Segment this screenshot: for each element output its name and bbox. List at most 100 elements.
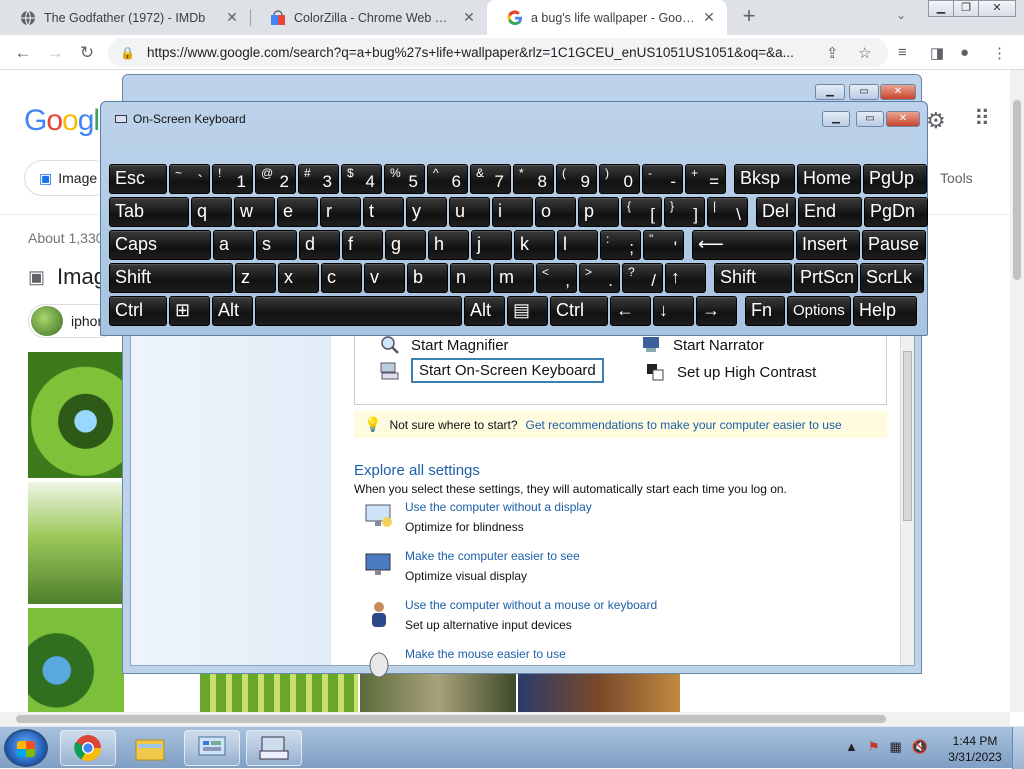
key-][interactable]: }] <box>664 197 705 227</box>
key-y[interactable]: y <box>406 197 447 227</box>
key-n[interactable]: n <box>450 263 491 293</box>
page-horizontal-scrollbar[interactable] <box>0 712 1010 726</box>
key-t[interactable]: t <box>363 197 404 227</box>
setting-row[interactable]: Use the computer without a display Optimi… <box>363 500 592 534</box>
side-panel-icon[interactable]: ◨ <box>930 44 944 62</box>
start-on-screen-keyboard-item[interactable]: Start On-Screen Keyboard <box>379 358 604 383</box>
key-0[interactable]: ) 0 <box>599 164 640 194</box>
key-m[interactable]: m <box>493 263 534 293</box>
show-desktop-button[interactable] <box>1012 727 1024 769</box>
key-h[interactable]: h <box>428 230 469 260</box>
key-alt[interactable]: Alt <box>212 296 253 326</box>
key-↑[interactable]: ↑ <box>665 263 706 293</box>
key-k[interactable]: k <box>514 230 555 260</box>
key-⊞[interactable]: ⊞ <box>169 296 210 326</box>
close-tab-icon[interactable]: ✕ <box>701 9 717 26</box>
key-`[interactable]: ~ ` <box>169 164 210 194</box>
key-a[interactable]: a <box>213 230 254 260</box>
key-r[interactable]: r <box>320 197 361 227</box>
tab-google-search[interactable]: a bug's life wallpaper - Google S ✕ <box>487 0 727 35</box>
key-ctrl[interactable]: Ctrl <box>550 296 608 326</box>
google-logo[interactable]: Googl <box>24 104 100 138</box>
key-help[interactable]: Help <box>853 296 917 326</box>
key-x[interactable]: x <box>278 263 319 293</box>
key-end[interactable]: End <box>798 197 862 227</box>
image-result[interactable] <box>28 608 124 712</box>
key-▤[interactable]: ▤ <box>507 296 548 326</box>
reload-icon[interactable]: ↻ <box>76 42 98 64</box>
start-narrator-item[interactable]: Start Narrator <box>641 335 764 355</box>
address-bar[interactable]: 🔒 <box>108 38 888 67</box>
close-window-button[interactable]: ✕ <box>978 0 1016 17</box>
setting-link[interactable]: Make the computer easier to see <box>405 549 580 563</box>
image-result[interactable] <box>28 482 124 604</box>
key-caps[interactable]: Caps <box>109 230 211 260</box>
key-u[interactable]: u <box>449 197 490 227</box>
close-button[interactable]: ✕ <box>880 84 916 100</box>
minimize-button[interactable]: ▁ <box>822 111 850 127</box>
back-arrow-icon[interactable]: ← <box>12 42 34 64</box>
taskbar-explorer[interactable] <box>122 730 178 766</box>
minimize-window-button[interactable]: ▁ <box>928 0 954 17</box>
restore-window-button[interactable]: ❐ <box>953 0 979 17</box>
close-tab-icon[interactable]: ✕ <box>224 9 240 26</box>
key-v[interactable]: v <box>364 263 405 293</box>
tools-button[interactable]: Tools <box>940 170 973 186</box>
key-shift[interactable]: Shift <box>109 263 233 293</box>
key-[[interactable]: {[ <box>621 197 662 227</box>
setting-row[interactable]: Make the mouse easier to use <box>363 647 566 679</box>
clock[interactable]: 1:44 PM 3/31/2023 <box>940 733 1010 765</box>
key-p[interactable]: p <box>578 197 619 227</box>
key-prtscn[interactable]: PrtScn <box>794 263 858 293</box>
media-queue-icon[interactable]: ≡ <box>898 44 907 61</box>
tab-colorzilla[interactable]: ColorZilla - Chrome Web Store ✕ <box>250 0 487 35</box>
key-i[interactable]: i <box>492 197 533 227</box>
new-tab-icon[interactable]: + <box>737 5 761 29</box>
key-pgup[interactable]: PgUp <box>863 164 927 194</box>
start-magnifier-item[interactable]: Start Magnifier <box>379 335 509 355</box>
close-tab-icon[interactable]: ✕ <box>461 9 477 26</box>
key-s[interactable]: s <box>256 230 297 260</box>
start-button[interactable] <box>4 729 48 767</box>
setting-link[interactable]: Use the computer without a display <box>405 500 592 514</box>
volume-muted-icon[interactable]: 🔇 <box>912 739 928 755</box>
settings-gear-icon[interactable]: ⚙ <box>926 108 946 134</box>
setting-row[interactable]: Use the computer without a mouse or keyb… <box>363 598 657 632</box>
set-up-high-contrast-item[interactable]: Set up High Contrast <box>645 362 816 382</box>
scrollbar-thumb[interactable] <box>903 351 912 521</box>
key-insert[interactable]: Insert <box>796 230 860 260</box>
key--[interactable]: -- <box>642 164 683 194</box>
scrollbar-thumb[interactable] <box>1013 100 1021 280</box>
key-'[interactable]: " ' <box>643 230 684 260</box>
key-o[interactable]: o <box>535 197 576 227</box>
key-;[interactable]: :; <box>600 230 641 260</box>
key-f[interactable]: f <box>342 230 383 260</box>
key-tab[interactable]: Tab <box>109 197 189 227</box>
key-2[interactable]: @2 <box>255 164 296 194</box>
image-result[interactable] <box>518 674 680 712</box>
key-,[interactable]: <, <box>536 263 577 293</box>
key-8[interactable]: * 8 <box>513 164 554 194</box>
scrollbar-thumb[interactable] <box>16 715 886 723</box>
url-input[interactable] <box>144 44 815 61</box>
key-l[interactable]: l <box>557 230 598 260</box>
key-fn[interactable]: Fn <box>745 296 785 326</box>
key-w[interactable]: w <box>234 197 275 227</box>
key-1[interactable]: ! 1 <box>212 164 253 194</box>
setting-link[interactable]: Make the mouse easier to use <box>405 647 566 661</box>
image-result[interactable] <box>28 352 124 478</box>
key-9[interactable]: (9 <box>556 164 597 194</box>
key-b[interactable]: b <box>407 263 448 293</box>
get-recommendations-link[interactable]: Get recommendations to make your compute… <box>526 418 842 432</box>
key-g[interactable]: g <box>385 230 426 260</box>
forward-arrow-icon[interactable]: → <box>44 42 66 64</box>
key-e[interactable]: e <box>277 197 318 227</box>
key-d[interactable]: d <box>299 230 340 260</box>
key-3[interactable]: #3 <box>298 164 339 194</box>
key-ctrl[interactable]: Ctrl <box>109 296 167 326</box>
show-hidden-icons-icon[interactable]: ▲ <box>845 739 858 755</box>
key-↓[interactable]: ↓ <box>653 296 694 326</box>
network-icon[interactable]: ▦ <box>890 739 902 755</box>
profile-avatar-icon[interactable]: ● <box>960 44 969 61</box>
key-.[interactable]: >. <box>579 263 620 293</box>
